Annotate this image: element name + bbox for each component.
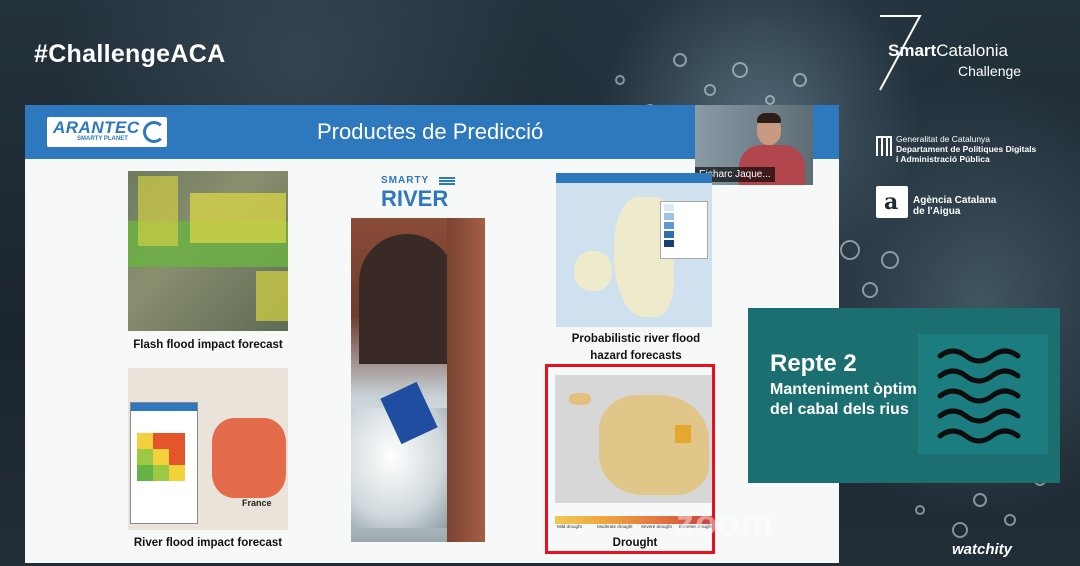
smarty-river-logo: SMARTY RIVER <box>381 175 457 211</box>
generalitat-line-1: Generalitat de Catalunya <box>896 134 991 144</box>
river-flood-caption: River flood impact forecast <box>133 537 283 549</box>
smarty-waves-icon <box>439 177 455 179</box>
probabilistic-caption-line-2: hazard forecasts <box>590 350 682 362</box>
challenge-card: Repte 2 Manteniment òptim del cabal dels… <box>748 308 1060 483</box>
smartcatalonia-title-bold: Smart <box>888 41 937 60</box>
aca-line-1: Agència Catalana <box>913 195 997 206</box>
aca-line-2: de l'Aigua <box>913 206 961 217</box>
smartcatalonia-logo: SmartCatalonia Challenge <box>876 14 1036 94</box>
smarty-river-logo-bottom: RIVER <box>381 186 449 211</box>
smarty-river-logo-top: SMARTY <box>381 175 430 186</box>
aca-logo: a Agència Catalana de l'Aigua <box>876 186 1076 222</box>
waves-icon <box>918 334 1048 454</box>
event-hashtag: #ChallengeACA <box>34 40 226 68</box>
speaker-video-tile[interactable]: Eisharc Jaque... <box>695 105 813 185</box>
generalitat-icon <box>876 136 892 156</box>
generalitat-line-3: i Administració Pública <box>896 154 990 164</box>
zoom-watermark: zoom <box>676 502 774 543</box>
challenge-title: Repte 2 <box>770 350 857 377</box>
generalitat-logo: Generalitat de Catalunya Departament de … <box>876 134 1076 168</box>
map-legend <box>660 201 708 259</box>
speaker-hair <box>757 113 781 123</box>
arantec-logo: ARANTEC SMARTY PLANET <box>47 117 167 147</box>
map-label-france: France <box>242 498 272 508</box>
arantec-swirl-icon <box>143 121 165 143</box>
smartcatalonia-title: SmartCatalonia <box>888 41 1008 61</box>
slide-title: Productes de Predicció <box>317 119 544 144</box>
probabilistic-flood-map-image <box>556 173 712 327</box>
presentation-slide: ARANTEC SMARTY PLANET Productes de Predi… <box>25 105 839 563</box>
aca-icon: a <box>876 186 908 218</box>
flash-flood-map-image <box>128 171 288 331</box>
arantec-tagline: SMARTY PLANET <box>77 136 128 142</box>
smartcatalonia-title-rest: Catalonia <box>936 41 1009 60</box>
flash-flood-caption: Flash flood impact forecast <box>133 339 283 351</box>
smartcatalonia-subtitle: Challenge <box>958 63 1022 79</box>
river-sensor-photo <box>351 218 485 542</box>
generalitat-line-2: Departament de Polítiques Digitals <box>896 144 1037 154</box>
challenge-line-1: Manteniment òptim <box>770 381 917 398</box>
arantec-logo-text: ARANTEC <box>53 118 140 137</box>
challenge-line-2: del cabal dels rius <box>770 401 909 418</box>
probabilistic-caption-line-1: Probabilistic river flood <box>571 333 701 345</box>
river-flood-impact-map-image: France <box>128 368 288 530</box>
watchity-watermark: watchity <box>952 541 1013 558</box>
impact-matrix-panel <box>130 402 198 524</box>
